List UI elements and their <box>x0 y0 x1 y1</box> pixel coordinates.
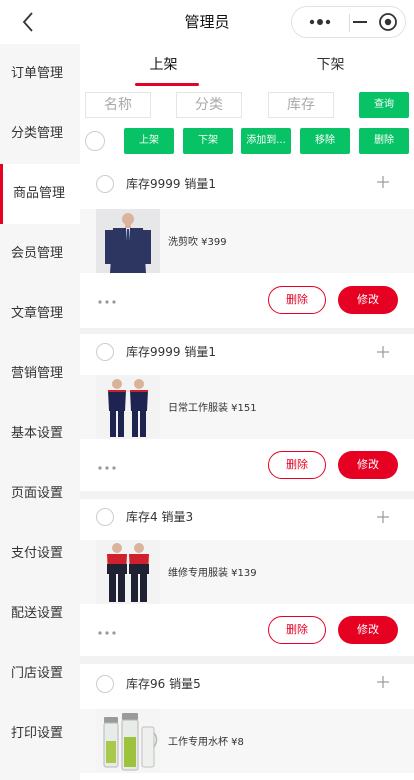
edit-button[interactable]: 修改 <box>338 616 398 644</box>
tab-bar: 上架 下架 <box>80 44 414 88</box>
sidebar-item-marketing[interactable]: 营销管理 <box>0 344 80 404</box>
product-row[interactable]: 维修专用服装 ¥139 <box>80 540 414 604</box>
remove-button[interactable]: 移除 <box>300 128 350 154</box>
product-row[interactable]: 日常工作服装 ¥151 <box>80 375 414 439</box>
navigation-bar: 管理员 <box>0 0 414 44</box>
stock-sales-text: 库存9999 销量1 <box>126 345 216 359</box>
product-card: 库存96 销量5 工作专用水杯 ¥8 <box>80 664 414 780</box>
more-button[interactable] <box>302 7 340 37</box>
product-row[interactable]: 工作专用水杯 ¥8 <box>80 709 414 773</box>
more-options-icon[interactable] <box>98 300 116 304</box>
more-options-icon[interactable] <box>98 631 116 635</box>
query-button[interactable]: 查询 <box>359 92 409 118</box>
delete-button[interactable]: 删除 <box>268 616 326 644</box>
name-filter-input[interactable]: 名称 <box>85 92 151 118</box>
product-checkbox[interactable] <box>96 175 114 193</box>
product-image-workwear <box>96 375 160 439</box>
product-name-price: 工作专用水杯 ¥8 <box>168 737 244 748</box>
product-row[interactable]: 洗剪吹 ¥399 <box>80 209 414 273</box>
batch-delete-button[interactable]: 删除 <box>359 128 409 154</box>
tab-off-shelf[interactable]: 下架 <box>247 44 414 88</box>
sidebar-item-orders[interactable]: 订单管理 <box>0 44 80 104</box>
product-checkbox[interactable] <box>96 343 114 361</box>
plus-icon[interactable] <box>376 510 390 524</box>
product-name-price: 维修专用服装 ¥139 <box>168 568 257 579</box>
stock-sales-text: 库存96 销量5 <box>126 677 201 691</box>
more-dots-icon <box>309 19 331 25</box>
sidebar-item-products[interactable]: 商品管理 <box>0 164 80 224</box>
active-tab-indicator <box>135 83 199 86</box>
main-content: 上架 下架 名称 分类 库存 查询 上架 下架 添加到... 移除 删除 库存9… <box>80 44 414 780</box>
minimize-button[interactable] <box>350 7 370 37</box>
sidebar-item-delivery-settings[interactable]: 配送设置 <box>0 584 80 644</box>
sidebar-item-members[interactable]: 会员管理 <box>0 224 80 284</box>
sidebar-item-store-settings[interactable]: 门店设置 <box>0 644 80 704</box>
product-card: 库存4 销量3 维修专用服装 ¥139 删除 修改 <box>80 499 414 656</box>
sidebar: 订单管理 分类管理 商品管理 会员管理 文章管理 营销管理 基本设置 页面设置 … <box>0 44 80 780</box>
delete-button[interactable]: 删除 <box>268 451 326 479</box>
edit-button[interactable]: 修改 <box>338 286 398 314</box>
stock-sales-text: 库存9999 销量1 <box>126 177 216 191</box>
product-checkbox[interactable] <box>96 675 114 693</box>
mini-program-capsule <box>291 6 406 38</box>
product-name-price: 洗剪吹 ¥399 <box>168 237 227 248</box>
edit-button[interactable]: 修改 <box>338 451 398 479</box>
plus-icon[interactable] <box>376 175 390 189</box>
sidebar-item-payment-settings[interactable]: 支付设置 <box>0 524 80 584</box>
minus-icon <box>353 21 367 23</box>
batch-unshelve-button[interactable]: 下架 <box>183 128 233 154</box>
more-options-icon[interactable] <box>98 466 116 470</box>
close-button[interactable] <box>374 7 402 37</box>
plus-icon[interactable] <box>376 675 390 689</box>
product-image-repair-uniform <box>96 540 160 604</box>
add-to-button[interactable]: 添加到... <box>241 128 291 154</box>
product-image-suit <box>96 209 160 273</box>
sidebar-item-categories[interactable]: 分类管理 <box>0 104 80 164</box>
stock-filter-input[interactable]: 库存 <box>268 92 334 118</box>
batch-shelve-button[interactable]: 上架 <box>124 128 174 154</box>
sidebar-item-print-settings[interactable]: 打印设置 <box>0 704 80 764</box>
product-checkbox[interactable] <box>96 508 114 526</box>
product-card: 库存9999 销量1 洗剪吹 ¥399 删除 修改 <box>80 164 414 328</box>
delete-button[interactable]: 删除 <box>268 286 326 314</box>
product-card: 库存9999 销量1 日常工作服装 ¥151 删除 修改 <box>80 334 414 491</box>
product-image-water-bottle <box>96 709 160 773</box>
plus-icon[interactable] <box>376 345 390 359</box>
target-icon <box>379 13 397 31</box>
sidebar-item-articles[interactable]: 文章管理 <box>0 284 80 344</box>
category-filter-input[interactable]: 分类 <box>176 92 242 118</box>
sidebar-item-page-settings[interactable]: 页面设置 <box>0 464 80 524</box>
sidebar-item-basic-settings[interactable]: 基本设置 <box>0 404 80 464</box>
stock-sales-text: 库存4 销量3 <box>126 510 194 524</box>
select-all-checkbox[interactable] <box>85 131 105 151</box>
product-name-price: 日常工作服装 ¥151 <box>168 403 257 414</box>
tab-on-shelf[interactable]: 上架 <box>80 44 247 88</box>
